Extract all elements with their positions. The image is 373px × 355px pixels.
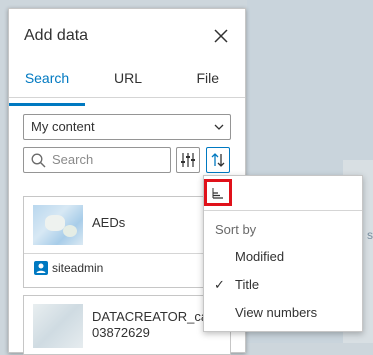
sort-option-label: View numbers [235, 305, 318, 320]
sort-option-view-numbers[interactable]: View numbers [204, 300, 362, 326]
map-label: s [367, 228, 373, 242]
sort-option-modified[interactable]: Modified [204, 244, 362, 270]
tab-bar: Search URL File [9, 67, 245, 106]
filter-button[interactable] [176, 147, 200, 173]
search-input[interactable]: Search [23, 147, 171, 173]
tab-search[interactable]: Search [9, 67, 85, 106]
search-placeholder: Search [52, 152, 94, 167]
sort-option-title[interactable]: ✓ Title [204, 272, 362, 298]
item-thumbnail [33, 205, 83, 245]
sliders-icon [181, 153, 195, 167]
sort-by-heading: Sort by [215, 222, 257, 237]
tab-file[interactable]: File [171, 67, 245, 97]
sort-lines-icon [212, 187, 223, 199]
sort-arrows-icon [211, 153, 225, 167]
item-subtitle: 03872629 [92, 325, 150, 340]
user-icon [34, 261, 48, 275]
item-thumbnail [33, 304, 83, 348]
tab-url[interactable]: URL [85, 67, 171, 97]
item-owner: siteadmin [52, 261, 104, 275]
content-select-value: My content [31, 119, 95, 134]
item-title: AEDs [92, 215, 126, 230]
chevron-down-icon [214, 124, 224, 130]
close-icon [214, 29, 228, 43]
item-card[interactable]: DATACREATOR_cas 03872629 [23, 295, 231, 355]
sort-order-toggle[interactable] [204, 179, 232, 206]
content-select[interactable]: My content [23, 114, 231, 140]
close-button[interactable] [213, 28, 229, 44]
search-icon [31, 153, 46, 168]
sort-menu: Sort by Modified ✓ Title View numbers [203, 175, 363, 332]
panel-title: Add data [24, 27, 89, 44]
card-divider [24, 253, 230, 254]
sort-option-label: Modified [235, 249, 285, 264]
check-icon: ✓ [214, 277, 225, 292]
sort-button[interactable] [206, 147, 230, 173]
sort-option-label: Title [235, 277, 260, 292]
item-card[interactable]: AEDs siteadmin [23, 196, 231, 288]
